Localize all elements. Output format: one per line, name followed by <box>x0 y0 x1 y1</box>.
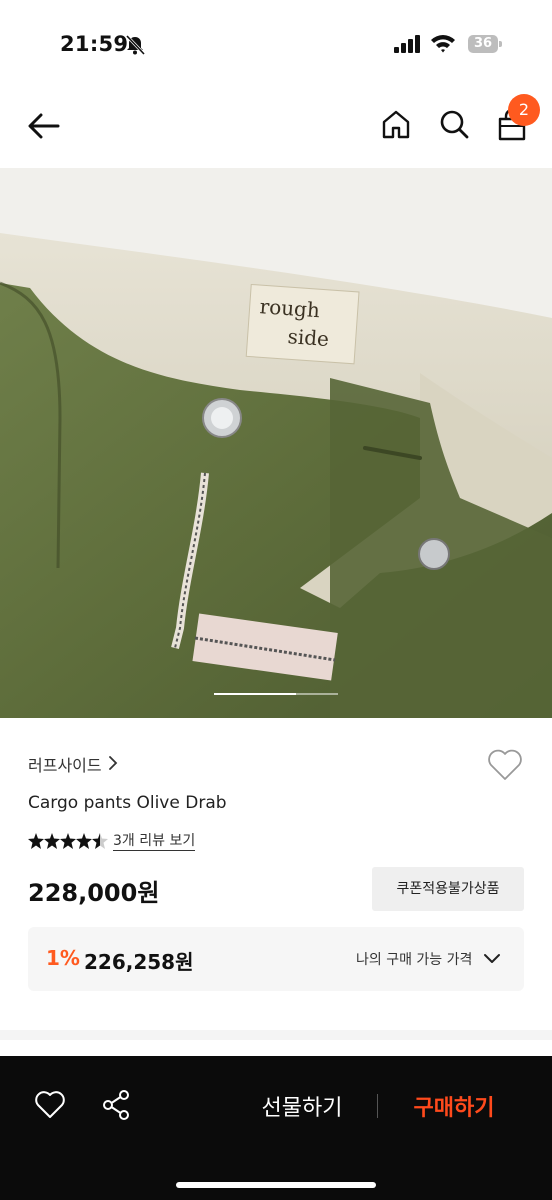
battery-level: 36 <box>473 36 493 51</box>
product-title: Cargo pants Olive Drab <box>28 793 227 813</box>
my-price: 226,258원 <box>84 950 194 974</box>
gift-button[interactable]: 선물하기 <box>230 1090 374 1122</box>
review-link[interactable]: 3개 리뷰 보기 <box>113 832 196 851</box>
wishlist-heart-icon[interactable] <box>34 1090 66 1120</box>
image-carousel-indicator <box>214 693 338 695</box>
wifi-icon <box>431 35 455 53</box>
cart-count-badge: 2 <box>508 94 540 126</box>
my-price-label: 나의 구매 가능 가격 <box>356 952 473 968</box>
bell-muted-icon <box>125 34 146 56</box>
cellular-signal-icon <box>394 35 420 53</box>
product-photo: rough side <box>0 168 552 718</box>
home-icon[interactable] <box>380 108 412 140</box>
label-text-rough: rough <box>259 294 321 322</box>
buy-button[interactable]: 구매하기 <box>392 1090 516 1122</box>
product-price: 228,000원 <box>28 879 160 907</box>
bar-separator <box>377 1094 378 1118</box>
rating-stars-icon <box>28 833 108 849</box>
search-icon[interactable] <box>438 108 470 140</box>
my-price-box[interactable]: 1% 226,258원 나의 구매 가능 가격 <box>28 927 524 991</box>
label-text-side: side <box>287 324 330 351</box>
home-indicator <box>176 1182 376 1188</box>
top-nav: 2 <box>0 90 552 168</box>
heart-outline-icon[interactable] <box>486 748 524 782</box>
discount-percent: 1% <box>46 946 80 970</box>
product-image[interactable]: rough side <box>0 168 552 718</box>
chevron-right-icon[interactable] <box>108 755 118 771</box>
bottom-action-bar: 선물하기 구매하기 <box>0 1056 552 1200</box>
section-divider <box>0 1030 552 1040</box>
back-arrow-icon[interactable] <box>26 110 62 142</box>
chevron-down-icon[interactable] <box>482 949 502 969</box>
battery-icon: 36 <box>468 35 502 53</box>
status-bar: 21:59 36 <box>0 0 552 80</box>
status-time: 21:59 <box>60 32 129 56</box>
brand-link[interactable]: 러프사이드 <box>28 752 102 776</box>
coupon-button[interactable]: 쿠폰적용불가상품 <box>372 867 524 911</box>
share-icon[interactable] <box>100 1089 132 1121</box>
